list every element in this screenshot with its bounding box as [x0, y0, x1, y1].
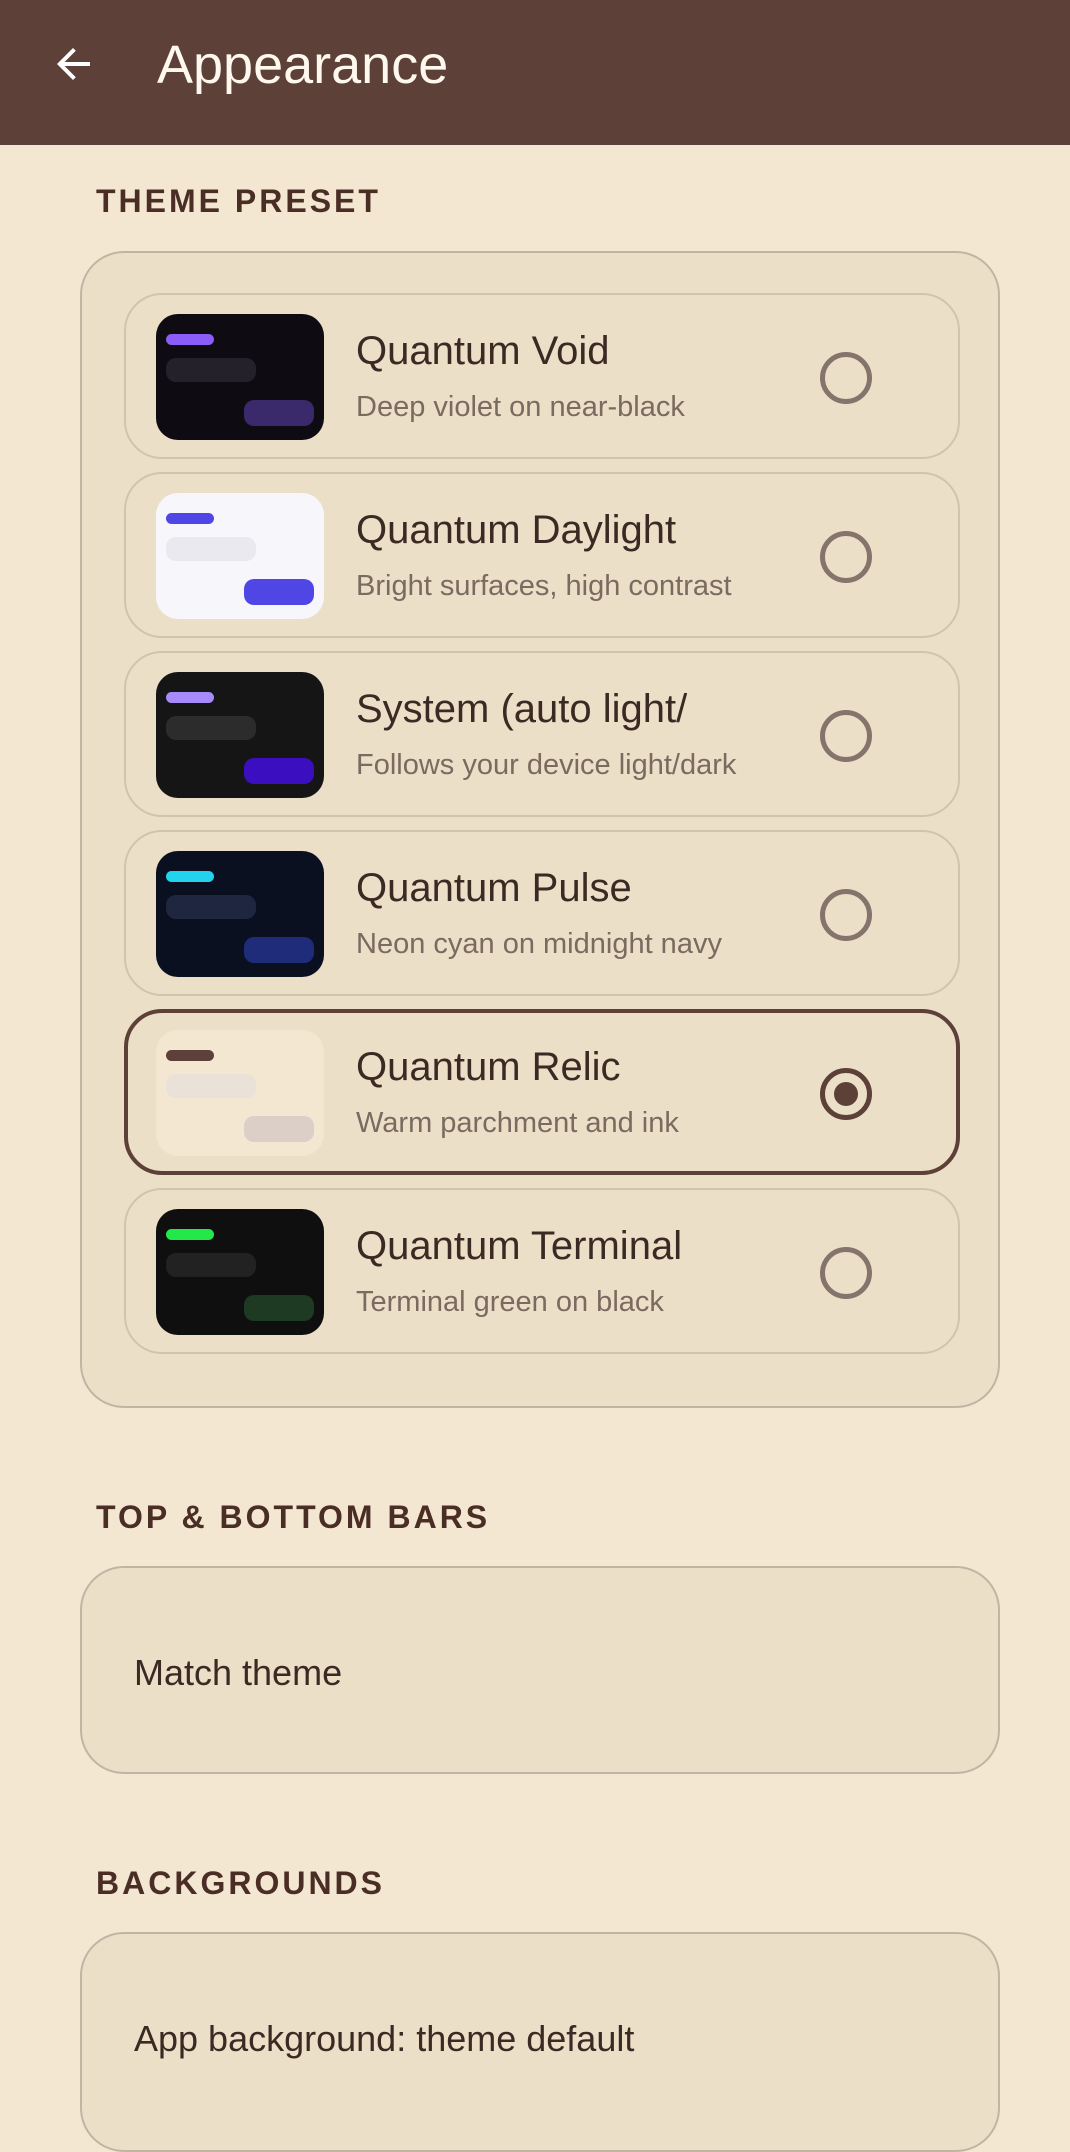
preview-surface-bar: [166, 716, 256, 740]
page-title: Appearance: [157, 35, 449, 95]
preview-surface-bar: [166, 1074, 256, 1098]
theme-option-description: Neon cyan on midnight navy: [356, 928, 722, 960]
theme-option[interactable]: Quantum Relic Warm parchment and ink: [124, 1009, 960, 1175]
bars-setting-row[interactable]: Match theme: [80, 1566, 1000, 1774]
section-label-bars: TOP & BOTTOM BARS: [96, 1499, 491, 1535]
radio-button-selected[interactable]: [820, 1068, 872, 1120]
theme-option-name: System (auto light/: [356, 687, 688, 731]
preview-surface-bar: [166, 537, 256, 561]
theme-option-description: Terminal green on black: [356, 1286, 664, 1318]
bars-setting-value: Match theme: [134, 1652, 343, 1693]
section-label-theme-preset: THEME PRESET: [96, 183, 381, 219]
theme-preview-thumbnail: [156, 1030, 324, 1156]
theme-option-name: Quantum Pulse: [356, 866, 632, 910]
radio-button[interactable]: [820, 1247, 872, 1299]
theme-preview-thumbnail: [156, 493, 324, 619]
preview-surface-bar: [166, 895, 256, 919]
preview-button-pill: [244, 1116, 314, 1142]
theme-option-name: Quantum Void: [356, 329, 610, 373]
theme-option-name: Quantum Daylight: [356, 508, 677, 552]
preview-button-pill: [244, 1295, 314, 1321]
section-label-backgrounds: BACKGROUNDS: [96, 1865, 385, 1901]
preview-accent-bar: [166, 1050, 214, 1061]
theme-preset-card: Quantum Void Deep violet on near-black Qua…: [80, 251, 1000, 1408]
theme-option[interactable]: Quantum Void Deep violet on near-black: [124, 293, 960, 459]
backgrounds-setting-value: App background: theme default: [134, 2018, 635, 2059]
back-button[interactable]: [40, 30, 108, 98]
preview-accent-bar: [166, 513, 214, 524]
theme-option[interactable]: Quantum Terminal Terminal green on black: [124, 1188, 960, 1354]
theme-option-description: Deep violet on near-black: [356, 391, 685, 423]
theme-option[interactable]: Quantum Daylight Bright surfaces, high co…: [124, 472, 960, 638]
theme-preview-thumbnail: [156, 314, 324, 440]
preview-accent-bar: [166, 871, 214, 882]
theme-option-name: Quantum Terminal: [356, 1224, 683, 1268]
preview-accent-bar: [166, 1229, 214, 1240]
preview-surface-bar: [166, 358, 256, 382]
top-app-bar: Appearance: [0, 0, 1070, 145]
theme-option[interactable]: Quantum Pulse Neon cyan on midnight navy: [124, 830, 960, 996]
preview-button-pill: [244, 579, 314, 605]
preview-button-pill: [244, 758, 314, 784]
radio-button[interactable]: [820, 710, 872, 762]
preview-accent-bar: [166, 334, 214, 345]
theme-preview-thumbnail: [156, 672, 324, 798]
theme-preview-thumbnail: [156, 851, 324, 977]
preview-accent-bar: [166, 692, 214, 703]
theme-preview-thumbnail: [156, 1209, 324, 1335]
radio-selected-dot: [834, 1082, 858, 1106]
theme-option-description: Warm parchment and ink: [356, 1107, 679, 1139]
radio-button[interactable]: [820, 889, 872, 941]
theme-option-name: Quantum Relic: [356, 1045, 621, 1089]
preview-button-pill: [244, 400, 314, 426]
preview-button-pill: [244, 937, 314, 963]
radio-button[interactable]: [820, 352, 872, 404]
arrow-back-icon: [57, 48, 90, 80]
theme-option-description: Bright surfaces, high contrast: [356, 570, 732, 602]
preview-surface-bar: [166, 1253, 256, 1277]
radio-button[interactable]: [820, 531, 872, 583]
theme-option[interactable]: System (auto light/Follows your device l…: [124, 651, 960, 817]
theme-option-description: Follows your device light/dark: [356, 749, 737, 781]
backgrounds-setting-row[interactable]: App background: theme default: [80, 1932, 1000, 2152]
